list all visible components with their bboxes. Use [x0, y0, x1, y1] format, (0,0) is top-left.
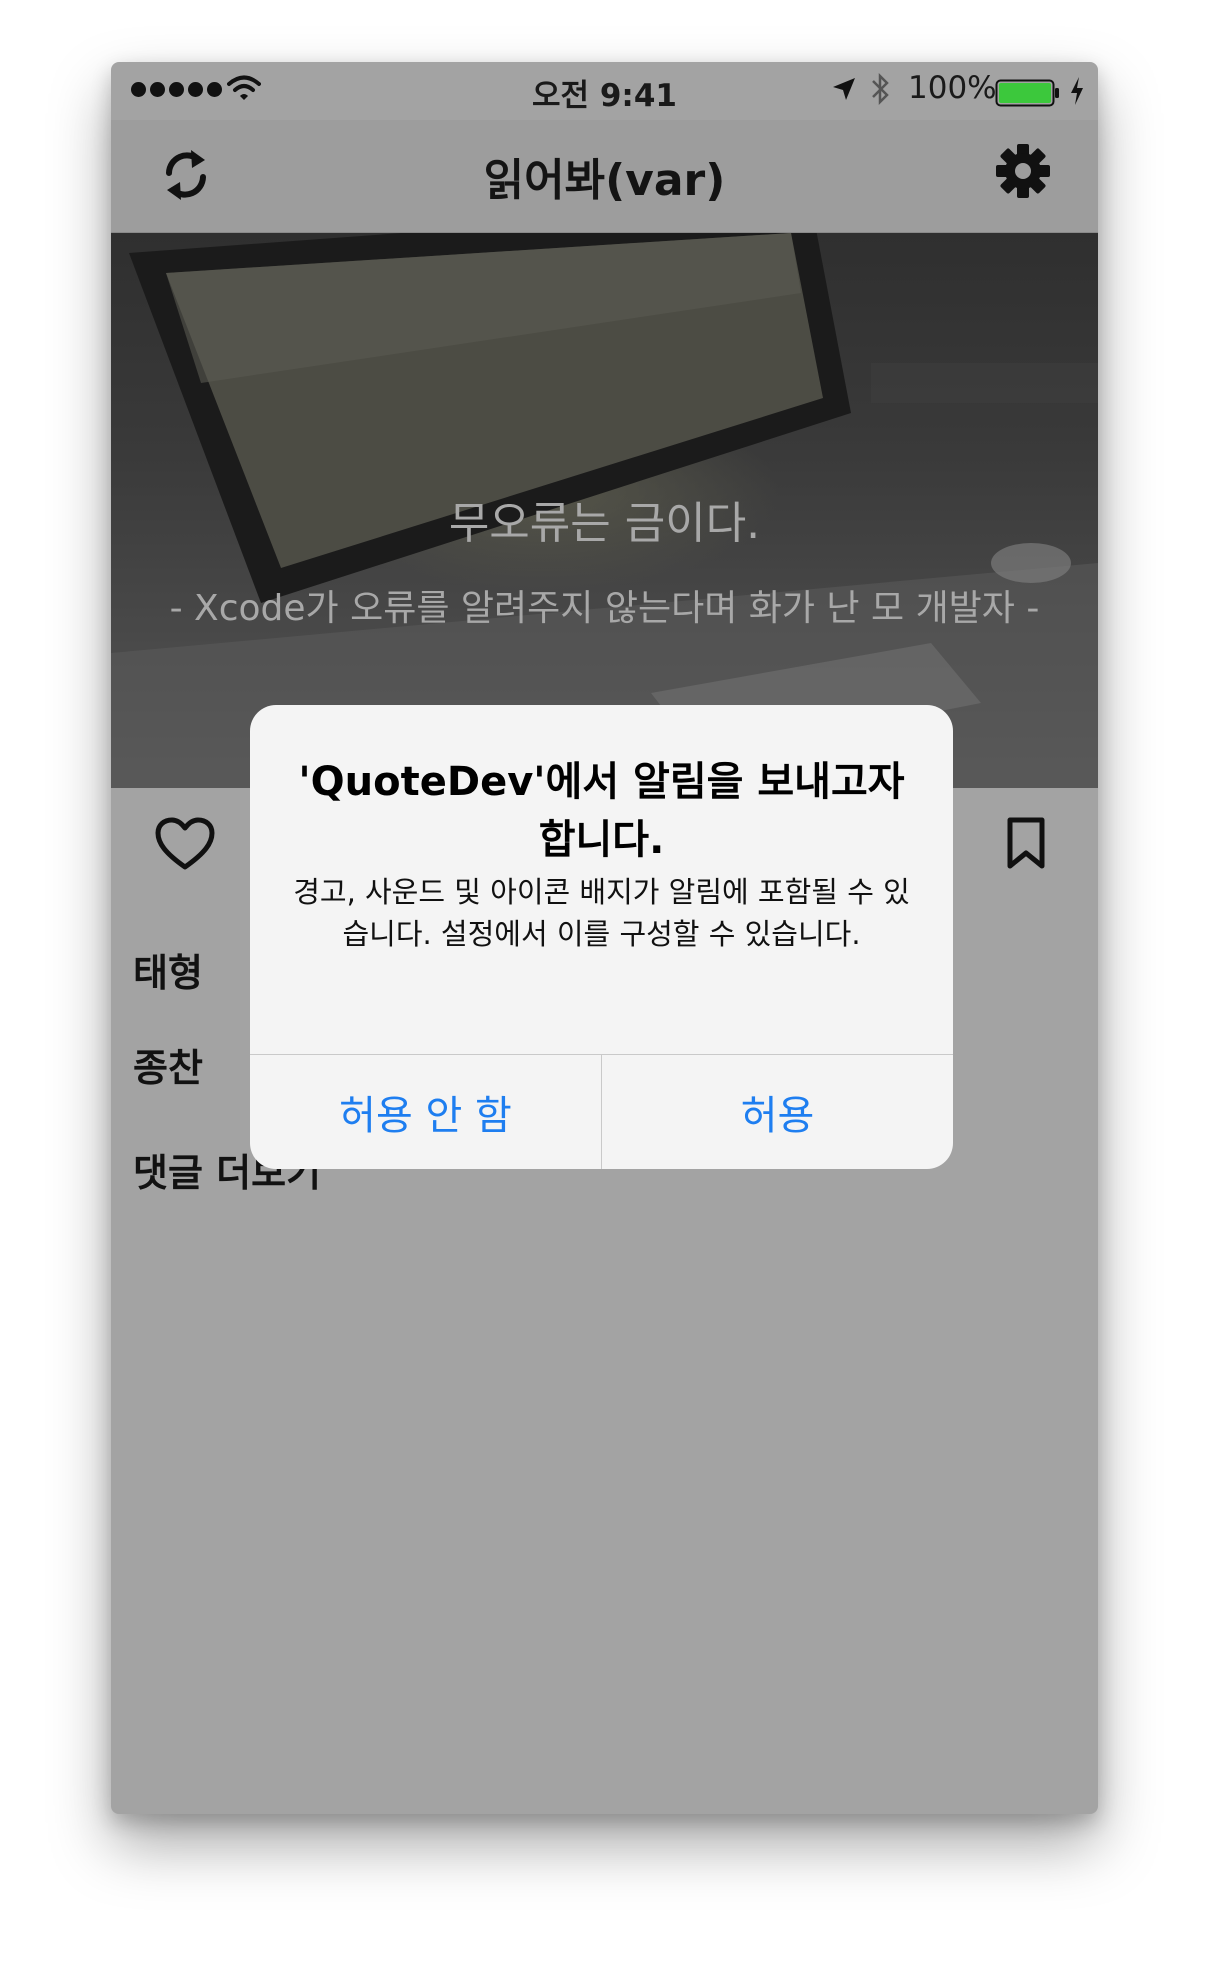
comment-author-1: 태형 — [133, 951, 203, 995]
page-title: 읽어봐(var) — [483, 155, 726, 206]
status-bar: 오전 9:41 100% — [111, 62, 1098, 120]
allow-button[interactable]: 허용 — [602, 1055, 953, 1169]
comment-author-2: 종찬 — [133, 1046, 203, 1090]
quote-author: - Xcode가 오류를 알려주지 않는다며 화가 난 모 개발자 - — [169, 588, 1040, 629]
bluetooth-icon — [872, 72, 889, 106]
dont-allow-button[interactable]: 허용 안 함 — [250, 1055, 601, 1169]
charging-bolt-icon — [1071, 77, 1083, 105]
quote-text: 무오류는 금이다. — [448, 498, 761, 549]
battery-percent: 100% — [908, 70, 997, 106]
heart-icon[interactable] — [155, 817, 215, 871]
navigation-bar: 읽어봐(var) — [111, 120, 1098, 233]
battery-icon — [995, 79, 1059, 107]
phone-screen: 오전 9:41 100% 읽어봐(var) 무오류는 금이다. - Xcode가… — [111, 62, 1098, 1814]
bookmark-icon[interactable] — [1006, 817, 1046, 869]
alert-title: 'QuoteDev'에서 알림을 보내고자 합니다. — [298, 759, 905, 863]
notification-permission-alert: 'QuoteDev'에서 알림을 보내고자 합니다. 경고, 사운드 및 아이콘… — [250, 705, 953, 1169]
location-arrow-icon — [833, 78, 855, 100]
settings-gear-icon[interactable] — [995, 143, 1051, 199]
alert-message: 경고, 사운드 및 아이콘 배지가 알림에 포함될 수 있습니다. 설정에서 이… — [293, 875, 910, 951]
